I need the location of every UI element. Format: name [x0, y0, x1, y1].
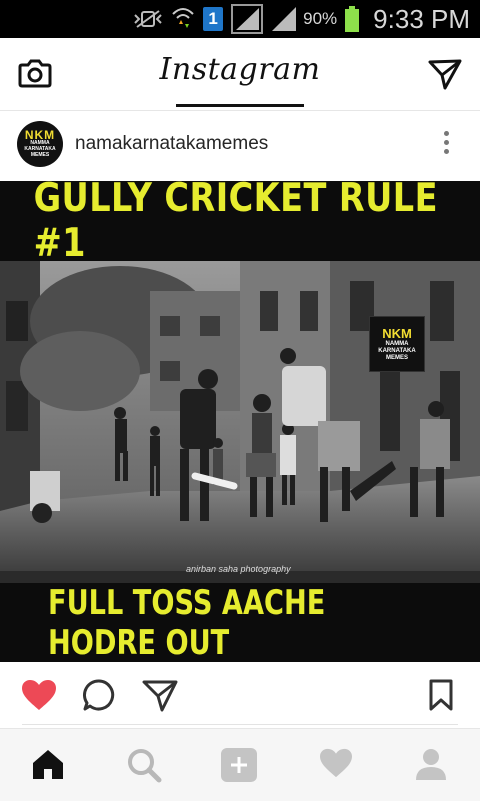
battery-icon [345, 6, 360, 32]
status-bar: 1 90% 9:33 PM [0, 0, 480, 38]
activity-heart-icon[interactable] [318, 747, 354, 779]
vibrate-mute-icon [134, 10, 162, 28]
watermark-badge: NKM [382, 326, 412, 341]
sim-badge: 1 [203, 7, 224, 31]
post-username[interactable]: namakarnatakamemes [75, 133, 268, 155]
wifi-data-icon [172, 8, 194, 28]
instagram-logo: Instagram [159, 52, 321, 87]
meme-top-caption: GULLY CRICKET RULE #1 [33, 181, 438, 266]
more-options-icon[interactable] [444, 131, 450, 158]
battery-percent: 90% [303, 9, 338, 28]
add-post-icon[interactable] [220, 747, 258, 783]
bottom-navigation [0, 728, 480, 801]
signal-icon-2 [272, 7, 297, 31]
post-actions [0, 662, 480, 726]
photo-credit: anirban saha photography [186, 564, 291, 574]
app-header: Instagram [0, 38, 480, 111]
signal-icon-1 [231, 4, 264, 34]
home-icon[interactable] [30, 747, 66, 781]
watermark-subtext: NAMMA KARNATAKA MEMES [378, 341, 416, 361]
heart-icon[interactable] [20, 678, 58, 712]
watermark-logo: NKM NAMMA KARNATAKA MEMES [369, 316, 425, 372]
profile-icon[interactable] [414, 747, 448, 781]
divider [22, 724, 458, 725]
post-header: NKM NAMMA KARNATAKA MEMES namakarnatakam… [0, 111, 480, 181]
direct-send-icon[interactable] [428, 58, 462, 90]
status-icons: 1 90% 9:33 PM [133, 0, 470, 38]
post-image[interactable]: GULLY CRICKET RULE #1 NKM NAMMA KARNATAK… [0, 181, 480, 662]
feed-tab-indicator [176, 104, 304, 107]
avatar[interactable]: NKM NAMMA KARNATAKA MEMES [17, 121, 63, 167]
comment-icon[interactable] [82, 678, 116, 712]
avatar-subtext: NAMMA KARNATAKA MEMES [24, 140, 56, 158]
meme-bottom-caption: FULL TOSS AACHE HODRE OUT [48, 582, 326, 663]
share-icon[interactable] [142, 678, 178, 712]
avatar-badge: NKM [24, 128, 56, 142]
bookmark-icon[interactable] [428, 678, 454, 712]
search-icon[interactable] [126, 747, 162, 783]
clock: 9:33 PM [373, 3, 470, 34]
street-cricket-photo [0, 261, 480, 583]
